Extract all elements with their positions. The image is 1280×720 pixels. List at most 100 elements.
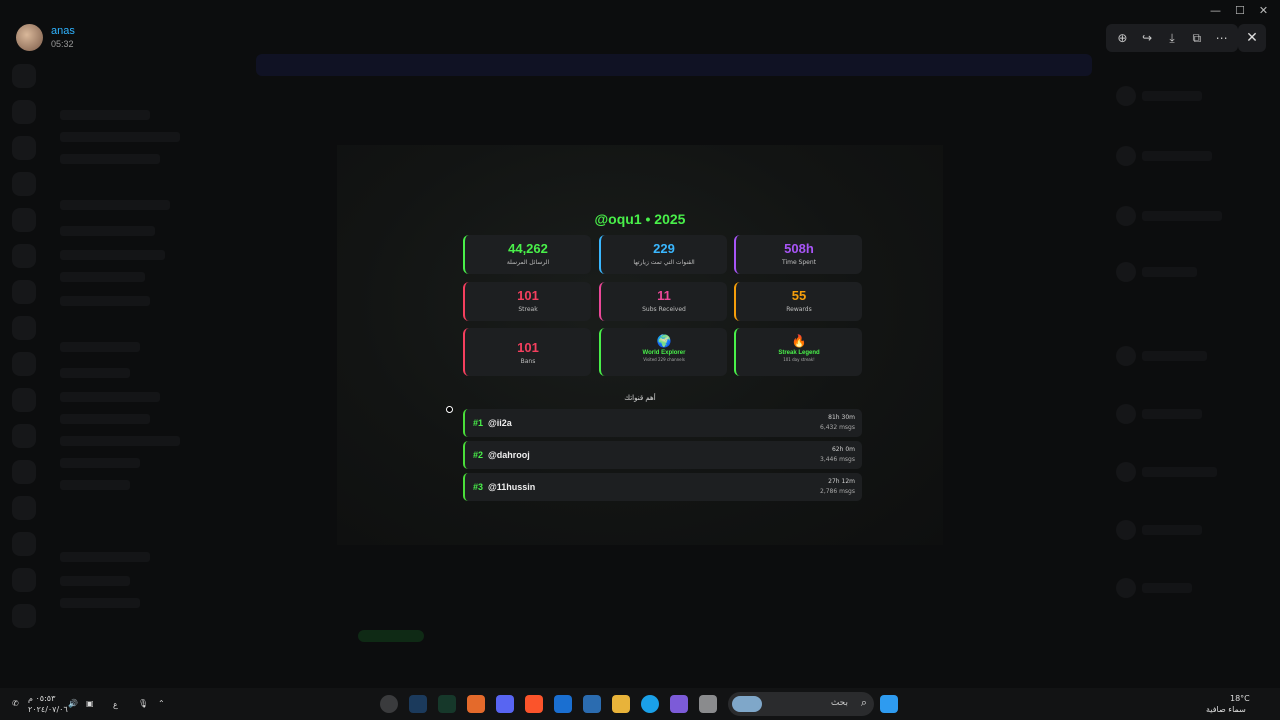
channel-row[interactable]: [60, 226, 155, 236]
channel-row[interactable]: [60, 414, 150, 424]
app-icon-taskbar[interactable]: [380, 695, 398, 713]
member-row[interactable]: [1142, 211, 1222, 221]
microphone-icon[interactable]: 🎙: [138, 699, 148, 709]
badge-title: Streak Legend: [778, 350, 820, 356]
steam-icon[interactable]: [409, 695, 427, 713]
discord-icon[interactable]: [496, 695, 514, 713]
member-avatar[interactable]: [1116, 262, 1136, 282]
server-icon[interactable]: [12, 532, 36, 556]
member-avatar[interactable]: [1116, 462, 1136, 482]
share-icon[interactable]: ↪: [1137, 28, 1157, 48]
channel-row[interactable]: [60, 200, 170, 210]
member-avatar[interactable]: [1116, 404, 1136, 424]
member-row[interactable]: [1142, 267, 1197, 277]
member-avatar[interactable]: [1116, 146, 1136, 166]
member-row[interactable]: [1142, 409, 1202, 419]
stat-value: 44,262: [508, 241, 548, 256]
server-icon[interactable]: [12, 568, 36, 592]
server-icon[interactable]: [12, 172, 36, 196]
more-icon[interactable]: ⋯: [1212, 28, 1232, 48]
xbox-icon[interactable]: [438, 695, 456, 713]
chevron-up-icon[interactable]: ⌃: [158, 699, 165, 709]
input-language[interactable]: ع: [113, 700, 118, 710]
channel-row[interactable]: [60, 392, 160, 402]
search-placeholder: بحث: [830, 698, 848, 708]
server-icon[interactable]: [12, 424, 36, 448]
channel-row[interactable]: [60, 132, 180, 142]
channel-msgs: 2,786 msgs: [820, 488, 855, 495]
server-icon[interactable]: [12, 136, 36, 160]
channel-row[interactable]: [60, 458, 140, 468]
member-avatar[interactable]: [1116, 86, 1136, 106]
file-explorer-icon[interactable]: [612, 695, 630, 713]
server-icon[interactable]: [12, 352, 36, 376]
server-icon[interactable]: [12, 316, 36, 340]
open-external-icon[interactable]: ⧉: [1187, 28, 1207, 48]
start-icon[interactable]: [880, 695, 898, 713]
channel-msgs: 3,446 msgs: [820, 456, 855, 463]
uploader-info: anas 05:32: [16, 24, 75, 51]
member-row[interactable]: [1142, 583, 1192, 593]
member-row[interactable]: [1142, 351, 1207, 361]
channel-row[interactable]: [60, 154, 160, 164]
minimize-button[interactable]: —: [1210, 4, 1221, 17]
mail-icon[interactable]: [554, 695, 572, 713]
top-channel-row: #1 @ii2a 81h 30m 6,432 msgs: [463, 409, 862, 437]
member-row[interactable]: [1142, 91, 1202, 101]
server-icon[interactable]: [12, 460, 36, 484]
member-row[interactable]: [1142, 467, 1217, 477]
zoom-in-icon[interactable]: ⊕: [1112, 28, 1132, 48]
fire-icon: 🔥: [791, 334, 807, 348]
server-icon[interactable]: [12, 388, 36, 412]
channel-row[interactable]: [60, 598, 140, 608]
stat-time-spent: 508h Time Spent: [734, 235, 862, 274]
weather-desc[interactable]: سماء صافية: [1206, 705, 1246, 715]
server-icon[interactable]: [12, 604, 36, 628]
close-viewer-button[interactable]: ✕: [1238, 24, 1266, 52]
member-avatar[interactable]: [1116, 346, 1136, 366]
stat-bans: 101 Bans: [463, 328, 591, 376]
weather-temp[interactable]: 18°C: [1230, 694, 1250, 704]
window-close-button[interactable]: ✕: [1259, 4, 1268, 17]
member-row[interactable]: [1142, 151, 1212, 161]
server-icon[interactable]: [12, 244, 36, 268]
volume-icon[interactable]: 🔊: [68, 699, 78, 709]
channel-row[interactable]: [60, 272, 145, 282]
channel-row[interactable]: [60, 250, 165, 260]
maximize-button[interactable]: ☐: [1235, 4, 1245, 17]
channel-row[interactable]: [60, 110, 150, 120]
server-icon[interactable]: [12, 100, 36, 124]
channel-row[interactable]: [60, 480, 130, 490]
server-icon[interactable]: [12, 64, 36, 88]
member-avatar[interactable]: [1116, 578, 1136, 598]
stat-label: Streak: [518, 306, 538, 313]
brave-icon[interactable]: [525, 695, 543, 713]
channel-row[interactable]: [60, 368, 130, 378]
store-icon[interactable]: [583, 695, 601, 713]
edge-icon[interactable]: [641, 695, 659, 713]
network-icon[interactable]: ▣: [86, 699, 94, 709]
channel-row[interactable]: [60, 296, 150, 306]
channel-row[interactable]: [60, 436, 180, 446]
server-icon[interactable]: [12, 208, 36, 232]
channel-row[interactable]: [60, 552, 150, 562]
taskbar-search[interactable]: بحث ⌕: [728, 692, 874, 716]
server-icon[interactable]: [12, 280, 36, 304]
member-avatar[interactable]: [1116, 520, 1136, 540]
uploader-name[interactable]: anas: [51, 25, 75, 38]
channel-row[interactable]: [60, 576, 130, 586]
notification-icon[interactable]: ✆: [12, 699, 19, 709]
avatar[interactable]: [16, 24, 43, 51]
member-row[interactable]: [1142, 525, 1202, 535]
channel-row[interactable]: [60, 342, 140, 352]
download-icon[interactable]: ⤓: [1162, 28, 1182, 48]
stat-value: 101: [517, 288, 539, 303]
server-icon[interactable]: [12, 496, 36, 520]
app-icon-orange[interactable]: [467, 695, 485, 713]
app-icon-gray[interactable]: [699, 695, 717, 713]
clock-date[interactable]: ٢٠٢٤/٠٧/٠٦: [28, 705, 68, 715]
copilot-icon[interactable]: [670, 695, 688, 713]
clock-time[interactable]: ٠٥:٥٣ م: [28, 694, 55, 704]
channel-rank: #2: [473, 450, 484, 460]
member-avatar[interactable]: [1116, 206, 1136, 226]
